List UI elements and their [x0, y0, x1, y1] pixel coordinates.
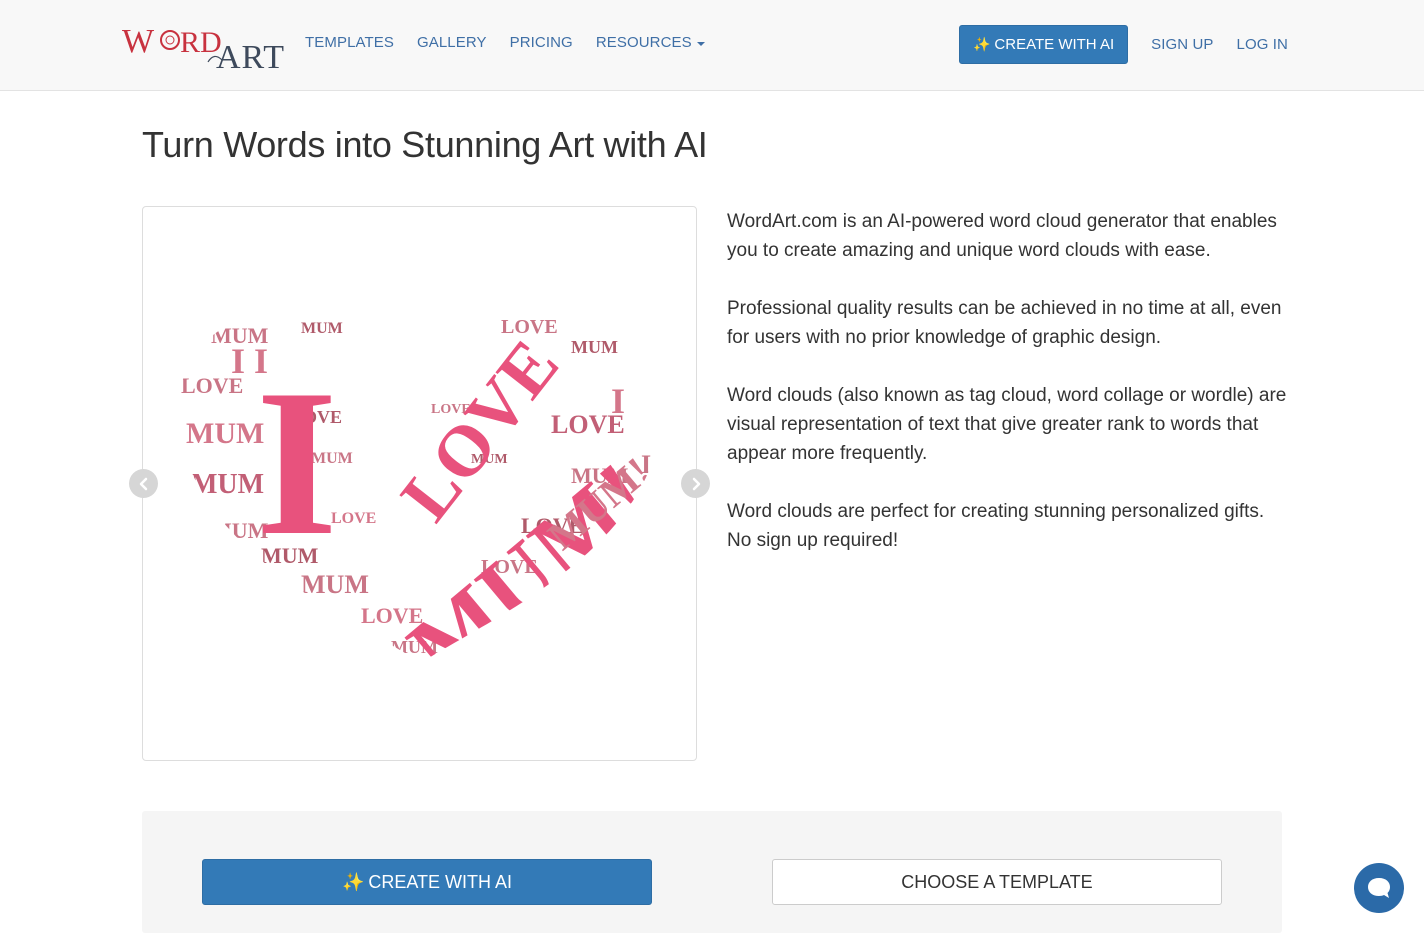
wordart-logo[interactable]: W RD ART [120, 18, 284, 74]
heart-word-cloud-image: MUM MUM LOVE MUM LOVE MUM MUM MUM MUM MU… [178, 309, 662, 663]
nav-gallery[interactable]: GALLERY [417, 34, 487, 51]
svg-text:MUM: MUM [186, 417, 264, 450]
nav-pricing[interactable]: PRICING [510, 34, 573, 51]
description-paragraph: WordArt.com is an AI-powered word cloud … [727, 211, 1277, 261]
choose-template-button[interactable]: CHOOSE A TEMPLATE [772, 859, 1222, 905]
create-with-ai-button[interactable]: ✨ CREATE WITH AI [958, 25, 1129, 64]
carousel-prev-button[interactable] [129, 469, 158, 498]
choose-template-label: CHOOSE A TEMPLATE [901, 871, 1093, 892]
cta-create-with-ai-button[interactable]: ✨ CREATE WITH AI [202, 859, 652, 905]
nav-templates[interactable]: TEMPLATES [305, 34, 394, 51]
nav-resources-label: RESOURCES [595, 34, 692, 51]
description-paragraph: Word clouds (also known as tag cloud, wo… [727, 385, 1287, 464]
svg-text:MUM: MUM [191, 469, 264, 500]
login-link[interactable]: LOG IN [1237, 36, 1288, 53]
main-nav: TEMPLATES GALLERY PRICING RESOURCES [305, 34, 705, 51]
svg-text:LOVE: LOVE [331, 510, 376, 527]
svg-text:MUM: MUM [571, 337, 618, 357]
carousel-next-button[interactable] [681, 469, 710, 498]
create-with-ai-label: CREATE WITH AI [994, 36, 1115, 53]
svg-text:I: I [611, 381, 625, 421]
nav-resources-dropdown[interactable]: RESOURCES [596, 34, 705, 51]
svg-text:I: I [256, 347, 338, 579]
svg-text:MUM: MUM [301, 320, 343, 337]
chevron-right-icon [692, 477, 700, 490]
chevron-left-icon [139, 477, 147, 490]
cta-panel: ✨ CREATE WITH AI CHOOSE A TEMPLATE [142, 811, 1282, 933]
chat-button[interactable] [1354, 863, 1404, 913]
caret-down-icon [696, 41, 705, 46]
description: WordArt.com is an AI-powered word cloud … [727, 207, 1287, 584]
sparkles-icon: ✨ [341, 871, 365, 892]
cta-create-with-ai-label: CREATE WITH AI [368, 871, 513, 892]
nav-right: ✨ CREATE WITH AI SIGN UP LOG IN [958, 25, 1288, 64]
svg-text:W: W [122, 23, 155, 60]
description-paragraph: Professional quality results can be achi… [727, 298, 1282, 348]
sparkles-icon: ✨ [972, 36, 991, 52]
image-carousel: MUM MUM LOVE MUM LOVE MUM MUM MUM MUM MU… [129, 206, 710, 761]
navbar: W RD ART TEMPLATES GALLERY PRICING RESOU… [0, 0, 1424, 91]
description-paragraph: Word clouds are perfect for creating stu… [727, 501, 1265, 551]
signup-link[interactable]: SIGN UP [1151, 36, 1213, 53]
page-title: Turn Words into Stunning Art with AI [142, 124, 708, 165]
svg-text:ART: ART [216, 39, 284, 74]
chat-bubble-icon [1368, 878, 1390, 898]
